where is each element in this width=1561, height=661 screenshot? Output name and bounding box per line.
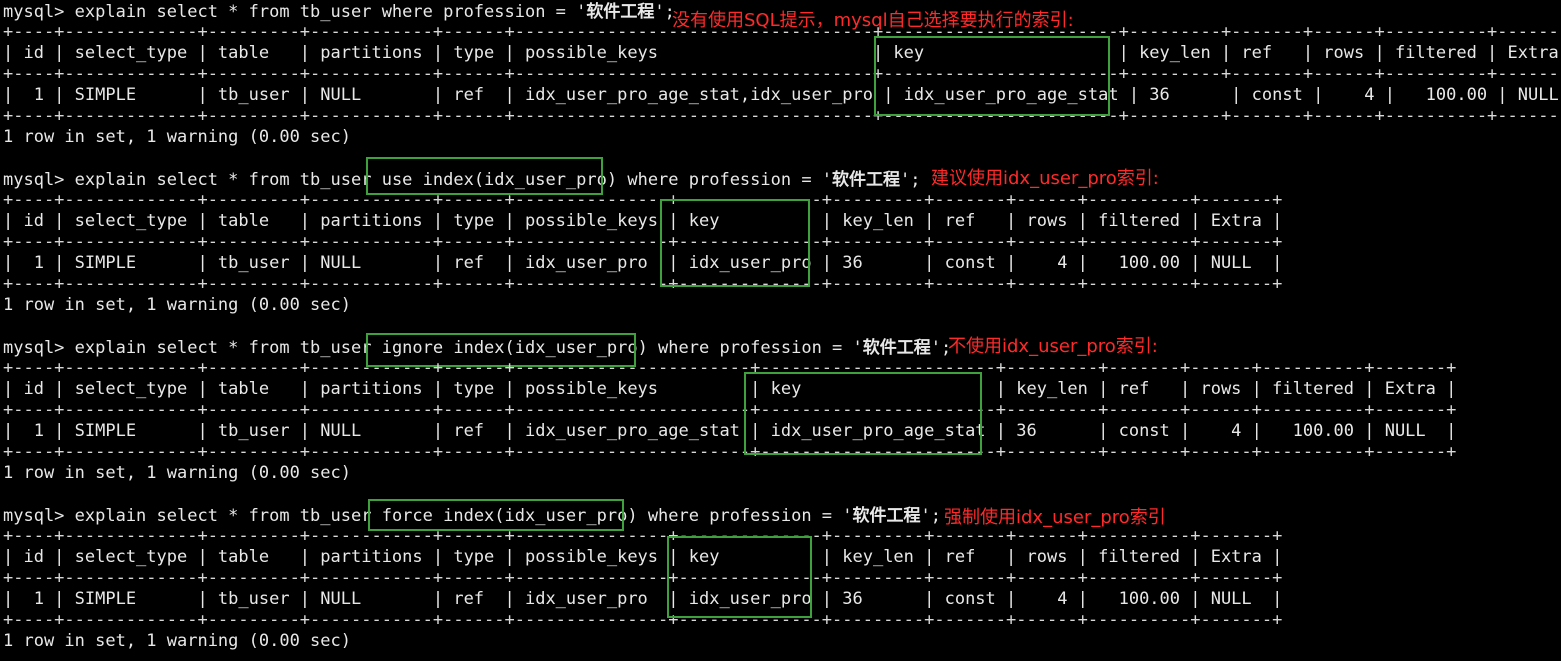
table-header: | id | select_type | table | partitions … (3, 379, 1457, 399)
table-border: +----+-------------+---------+----------… (3, 232, 1283, 252)
result-summary: 1 row in set, 1 warning (0.00 sec) (3, 631, 351, 651)
terminal-window[interactable]: mysql> explain select * from tb_user whe… (0, 0, 1561, 661)
result-summary: 1 row in set, 1 warning (0.00 sec) (3, 463, 351, 483)
table-header: | id | select_type | table | partitions … (3, 211, 1283, 231)
table-header: | id | select_type | table | partitions … (3, 43, 1561, 63)
table-header: | id | select_type | table | partitions … (3, 547, 1283, 567)
table-border: +----+-------------+---------+----------… (3, 22, 1561, 42)
key-column-highlight (874, 36, 1110, 116)
command-text: where profession = ' (637, 506, 853, 526)
table-row: | 1 | SIMPLE | tb_user | NULL | ref | id… (3, 589, 1283, 609)
table-border: +----+-------------+---------+----------… (3, 190, 1283, 210)
annotation-2: 建议使用idx_user_pro索引: (931, 168, 1159, 189)
command-text: mysql> explain select * from tb_user (3, 170, 382, 190)
profession-value: 软件工程 (862, 338, 931, 358)
command-tail: '; (920, 506, 941, 526)
table-border: +----+-------------+---------+----------… (3, 274, 1283, 294)
command-text: mysql> explain select * from tb_user (3, 506, 382, 526)
command-text: where profession = ' (617, 170, 833, 190)
table-border: +----+-------------+---------+----------… (3, 610, 1283, 630)
command-text: where profession = ' (647, 338, 863, 358)
command-text: mysql> explain select * from tb_user whe… (3, 2, 587, 22)
table-border: +----+-------------+---------+----------… (3, 568, 1283, 588)
command-line-1: mysql> explain select * from tb_user whe… (3, 2, 675, 23)
key-column-highlight (744, 372, 982, 455)
key-column-highlight (667, 536, 812, 618)
table-border: +----+-------------+---------+----------… (3, 106, 1561, 126)
table-row: | 1 | SIMPLE | tb_user | NULL | ref | id… (3, 421, 1457, 441)
table-border: +----+-------------+---------+----------… (3, 358, 1457, 378)
table-border: +----+-------------+---------+----------… (3, 526, 1283, 546)
table-row: | 1 | SIMPLE | tb_user | NULL | ref | id… (3, 253, 1283, 273)
command-text: mysql> explain select * from tb_user (3, 338, 382, 358)
annotation-3: 不使用idx_user_pro索引: (948, 336, 1158, 357)
result-summary: 1 row in set, 1 warning (0.00 sec) (3, 295, 351, 315)
profession-value: 软件工程 (832, 170, 901, 190)
table-border: +----+-------------+---------+----------… (3, 442, 1457, 462)
profession-value: 软件工程 (586, 2, 655, 22)
profession-value: 软件工程 (852, 506, 921, 526)
table-row: | 1 | SIMPLE | tb_user | NULL | ref | id… (3, 85, 1561, 105)
table-border: +----+-------------+---------+----------… (3, 400, 1457, 420)
key-column-highlight (660, 199, 810, 287)
command-tail: '; (900, 170, 921, 190)
result-summary: 1 row in set, 1 warning (0.00 sec) (3, 127, 351, 147)
table-border: +----+-------------+---------+----------… (3, 64, 1561, 84)
